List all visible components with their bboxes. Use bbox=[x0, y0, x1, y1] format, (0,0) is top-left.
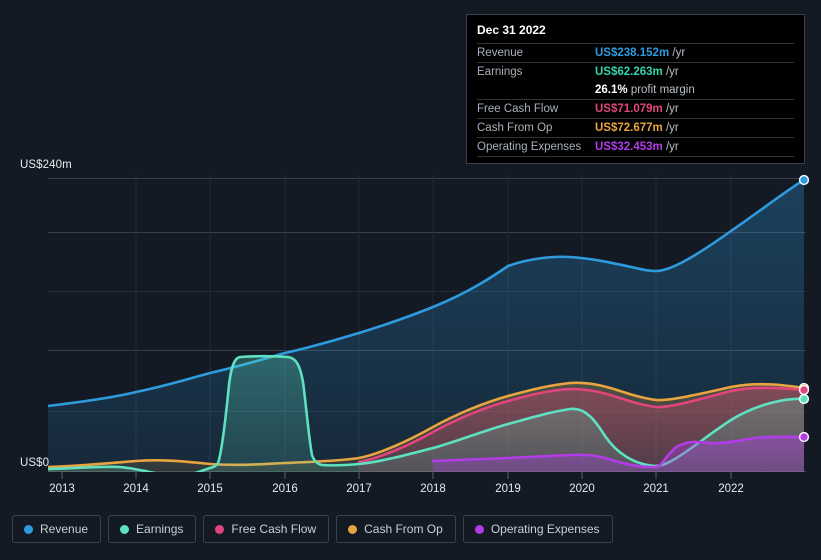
legend-label-operating-expenses: Operating Expenses bbox=[490, 522, 600, 536]
x-tick-2018: 2018 bbox=[420, 483, 446, 495]
tooltip-num-earnings: US$62.263m bbox=[595, 66, 663, 78]
tooltip-row-earnings: Earnings US$62.263m /yr bbox=[477, 62, 794, 81]
x-tick-2013: 2013 bbox=[49, 483, 75, 495]
legend-label-free-cash-flow: Free Cash Flow bbox=[231, 522, 317, 536]
legend-label-cash-from-op: Cash From Op bbox=[364, 522, 443, 536]
x-tick-2020: 2020 bbox=[569, 483, 595, 495]
tooltip-num-cash-from-op: US$72.677m bbox=[595, 122, 663, 134]
tooltip-num-profit-margin: 26.1% bbox=[595, 84, 628, 96]
legend-dot-icon-cash-from-op bbox=[348, 524, 358, 534]
tooltip-value-free-cash-flow: US$71.079m /yr bbox=[595, 99, 794, 119]
tooltip-label-profit-margin-blank bbox=[477, 81, 595, 100]
x-tick-2015: 2015 bbox=[197, 483, 223, 495]
x-tick-2022: 2022 bbox=[718, 483, 744, 495]
tooltip-label-free-cash-flow: Free Cash Flow bbox=[477, 99, 595, 119]
legend-item-revenue[interactable]: Revenue bbox=[12, 515, 102, 543]
chart-legend: Revenue Earnings Free Cash Flow Cash Fro… bbox=[12, 515, 613, 543]
tooltip-date: Dec 31 2022 bbox=[477, 23, 546, 37]
legend-label-earnings: Earnings bbox=[136, 522, 184, 536]
tooltip-unit-revenue: /yr bbox=[672, 47, 686, 59]
tooltip-unit-operating-expenses: /yr bbox=[665, 141, 679, 153]
legend-item-operating-expenses[interactable]: Operating Expenses bbox=[462, 515, 613, 543]
legend-dot-icon-operating-expenses bbox=[474, 524, 484, 534]
tooltip-row-free-cash-flow: Free Cash Flow US$71.079m /yr bbox=[477, 99, 794, 119]
tooltip-num-operating-expenses: US$32.453m bbox=[595, 141, 663, 153]
tooltip-value-earnings: US$62.263m /yr bbox=[595, 62, 794, 81]
tooltip-row-cash-from-op: Cash From Op US$72.677m /yr bbox=[477, 118, 794, 138]
financial-chart-widget: US$240m US$0 2013 2014 2015 2016 2017 20… bbox=[0, 0, 821, 560]
tooltip-num-revenue: US$238.152m bbox=[595, 47, 670, 59]
x-tick-2017: 2017 bbox=[346, 483, 372, 495]
x-axis-ticks bbox=[61, 472, 732, 479]
tooltip-bottom-rule-cell bbox=[477, 156, 794, 157]
tooltip-num-free-cash-flow: US$71.079m bbox=[595, 103, 663, 115]
tooltip-value-operating-expenses: US$32.453m /yr bbox=[595, 137, 794, 157]
tooltip-text-profit-margin: profit margin bbox=[630, 84, 695, 96]
legend-dot-icon-revenue bbox=[24, 524, 33, 534]
legend-item-free-cash-flow[interactable]: Free Cash Flow bbox=[203, 515, 330, 543]
x-tick-2016: 2016 bbox=[272, 483, 298, 495]
tooltip-row-revenue: Revenue US$238.152m /yr bbox=[477, 43, 794, 63]
tooltip-label-earnings: Earnings bbox=[477, 62, 595, 81]
tooltip-value-revenue: US$238.152m /yr bbox=[595, 43, 794, 63]
tooltip-table: Revenue US$238.152m /yr Earnings US$62.2… bbox=[477, 43, 794, 157]
x-tick-2021: 2021 bbox=[643, 483, 669, 495]
tooltip-value-profit-margin: 26.1% profit margin bbox=[595, 81, 794, 100]
tooltip-bottom-rule bbox=[477, 156, 794, 157]
legend-item-earnings[interactable]: Earnings bbox=[108, 515, 197, 543]
x-tick-2019: 2019 bbox=[495, 483, 521, 495]
tooltip-unit-free-cash-flow: /yr bbox=[665, 103, 679, 115]
legend-dot-icon-free-cash-flow bbox=[215, 524, 225, 534]
tooltip-row-profit-margin: 26.1% profit margin bbox=[477, 81, 794, 100]
data-point-tooltip: Dec 31 2022 Revenue US$238.152m /yr Earn… bbox=[466, 14, 805, 164]
tooltip-unit-cash-from-op: /yr bbox=[665, 122, 679, 134]
tooltip-value-cash-from-op: US$72.677m /yr bbox=[595, 118, 794, 138]
tooltip-label-cash-from-op: Cash From Op bbox=[477, 118, 595, 138]
tooltip-row-operating-expenses: Operating Expenses US$32.453m /yr bbox=[477, 137, 794, 157]
tooltip-label-revenue: Revenue bbox=[477, 43, 595, 63]
legend-label-revenue: Revenue bbox=[40, 522, 89, 536]
legend-item-cash-from-op[interactable]: Cash From Op bbox=[336, 515, 456, 543]
legend-dot-icon-earnings bbox=[120, 524, 130, 534]
tooltip-unit-earnings: /yr bbox=[665, 66, 679, 78]
x-tick-2014: 2014 bbox=[123, 483, 149, 495]
tooltip-label-operating-expenses: Operating Expenses bbox=[477, 137, 595, 157]
